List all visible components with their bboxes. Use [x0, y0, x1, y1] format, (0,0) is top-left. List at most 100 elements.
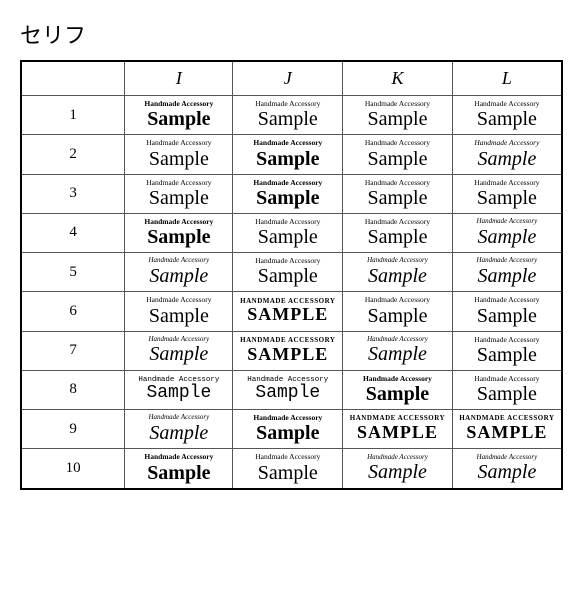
cell-large-text: Sample	[149, 148, 209, 170]
table-row: 4 Handmade Accessory Sample Handmade Acc…	[21, 213, 562, 252]
row-num: 10	[21, 449, 125, 489]
cell-small-text: Handmade Accessory	[144, 100, 213, 108]
cell-large-text: Sample	[256, 148, 319, 170]
col-header-j: J	[233, 61, 343, 96]
cell-large-text: SAMPLE	[247, 345, 328, 365]
cell-small-text: Handmade Accessory	[474, 296, 539, 304]
cell-large-text: Sample	[258, 108, 318, 130]
cell-small-text: Handmade Accessory	[367, 336, 428, 344]
cell-8-i: Handmade Accessory Sample	[125, 370, 233, 409]
cell-5-l: Handmade Accessory Sample	[452, 253, 562, 292]
cell-large-text: Sample	[477, 383, 537, 405]
cell-small-text: Handmade Accessory	[477, 218, 538, 226]
cell-small-text: Handmade Accessory	[253, 139, 322, 147]
col-header-k: K	[343, 61, 453, 96]
cell-3-j: Handmade Accessory Sample	[233, 174, 343, 213]
cell-large-text: Sample	[367, 187, 427, 209]
cell-small-text: Handmade Accessory	[474, 336, 539, 344]
cell-10-j: Handmade Accessory Sample	[233, 449, 343, 489]
cell-large-text: Sample	[149, 343, 208, 365]
table-row: 10 Handmade Accessory Sample Handmade Ac…	[21, 449, 562, 489]
cell-large-text: Sample	[367, 148, 427, 170]
cell-small-text: Handmade Accessory	[363, 375, 432, 383]
cell-large-text: Sample	[477, 305, 537, 327]
cell-6-k: Handmade Accessory Sample	[343, 292, 453, 331]
cell-large-text: Sample	[477, 226, 536, 248]
row-num: 1	[21, 96, 125, 135]
cell-small-text: Handmade Accessory	[253, 414, 322, 422]
row-num: 7	[21, 331, 125, 370]
cell-9-j: Handmade Accessory Sample	[233, 410, 343, 449]
cell-2-k: Handmade Accessory Sample	[343, 135, 453, 174]
cell-8-j: Handmade Accessory Sample	[233, 370, 343, 409]
cell-large-text: Sample	[258, 226, 318, 248]
cell-small-text: Handmade Accessory	[146, 139, 211, 147]
table-row: 2 Handmade Accessory Sample Handmade Acc…	[21, 135, 562, 174]
cell-small-text: Handmade Accessory	[474, 375, 539, 383]
font-table: I J K L 1 Handmade Accessory Sample Hand…	[20, 60, 563, 490]
cell-10-i: Handmade Accessory Sample	[125, 449, 233, 489]
cell-large-text: Sample	[146, 384, 211, 404]
cell-2-i: Handmade Accessory Sample	[125, 135, 233, 174]
cell-small-text: Handmade Accessory	[253, 179, 322, 187]
cell-large-text: SAMPLE	[466, 423, 547, 443]
cell-large-text: Sample	[256, 187, 319, 209]
cell-large-text: Sample	[367, 108, 427, 130]
cell-large-text: Sample	[368, 343, 427, 365]
cell-1-i: Handmade Accessory Sample	[125, 96, 233, 135]
cell-3-l: Handmade Accessory Sample	[452, 174, 562, 213]
cell-large-text: Sample	[477, 265, 536, 287]
cell-small-text: Handmade Accessory	[255, 257, 320, 265]
cell-7-l: Handmade Accessory Sample	[452, 331, 562, 370]
cell-large-text: Sample	[258, 265, 318, 287]
cell-small-text: Handmade Accessory	[365, 218, 430, 226]
cell-10-k: Handmade Accessory Sample	[343, 449, 453, 489]
cell-1-k: Handmade Accessory Sample	[343, 96, 453, 135]
col-header-i: I	[125, 61, 233, 96]
cell-small-text: Handmade Accessory	[144, 218, 213, 226]
cell-small-text: Handmade Accessory	[477, 257, 538, 265]
cell-small-text: Handmade Accessory	[477, 454, 538, 462]
cell-large-text: Sample	[149, 265, 208, 287]
cell-large-text: Sample	[149, 187, 209, 209]
cell-large-text: Sample	[147, 462, 210, 484]
row-num: 9	[21, 410, 125, 449]
cell-small-text: Handmade Accessory	[149, 414, 210, 422]
cell-large-text: Sample	[368, 265, 427, 287]
cell-large-text: Sample	[258, 462, 318, 484]
section-title: セリフ	[20, 18, 563, 50]
cell-small-text: Handmade Accessory	[149, 257, 210, 265]
cell-small-text: Handmade Accessory	[474, 100, 539, 108]
cell-10-l: Handmade Accessory Sample	[452, 449, 562, 489]
cell-4-k: Handmade Accessory Sample	[343, 213, 453, 252]
table-row: 7 Handmade Accessory Sample HANDMADE ACC…	[21, 331, 562, 370]
cell-6-j: HANDMADE ACCESSORY SAMPLE	[233, 292, 343, 331]
table-row: 6 Handmade Accessory Sample HANDMADE ACC…	[21, 292, 562, 331]
cell-2-j: Handmade Accessory Sample	[233, 135, 343, 174]
cell-large-text: Sample	[256, 422, 319, 444]
cell-large-text: SAMPLE	[247, 305, 328, 325]
cell-large-text: SAMPLE	[357, 423, 438, 443]
row-num: 5	[21, 253, 125, 292]
cell-small-text: Handmade Accessory	[474, 179, 539, 187]
cell-small-text: Handmade Accessory	[365, 296, 430, 304]
cell-small-text: Handmade Accessory	[146, 296, 211, 304]
cell-large-text: Sample	[368, 461, 427, 483]
cell-large-text: Sample	[149, 422, 208, 444]
cell-1-j: Handmade Accessory Sample	[233, 96, 343, 135]
cell-small-text: Handmade Accessory	[255, 218, 320, 226]
cell-small-text: Handmade Accessory	[474, 139, 539, 147]
cell-large-text: Sample	[255, 384, 320, 404]
cell-large-text: Sample	[477, 461, 536, 483]
page: セリフ I J K L 1 Handmade Accessory Sample	[0, 0, 583, 606]
cell-large-text: Sample	[149, 305, 209, 327]
cell-8-l: Handmade Accessory Sample	[452, 370, 562, 409]
cell-large-text: Sample	[477, 108, 537, 130]
row-num: 8	[21, 370, 125, 409]
cell-small-text: Handmade Accessory	[367, 257, 428, 265]
cell-3-i: Handmade Accessory Sample	[125, 174, 233, 213]
cell-5-j: Handmade Accessory Sample	[233, 253, 343, 292]
cell-large-text: Sample	[367, 226, 427, 248]
cell-5-i: Handmade Accessory Sample	[125, 253, 233, 292]
cell-4-i: Handmade Accessory Sample	[125, 213, 233, 252]
